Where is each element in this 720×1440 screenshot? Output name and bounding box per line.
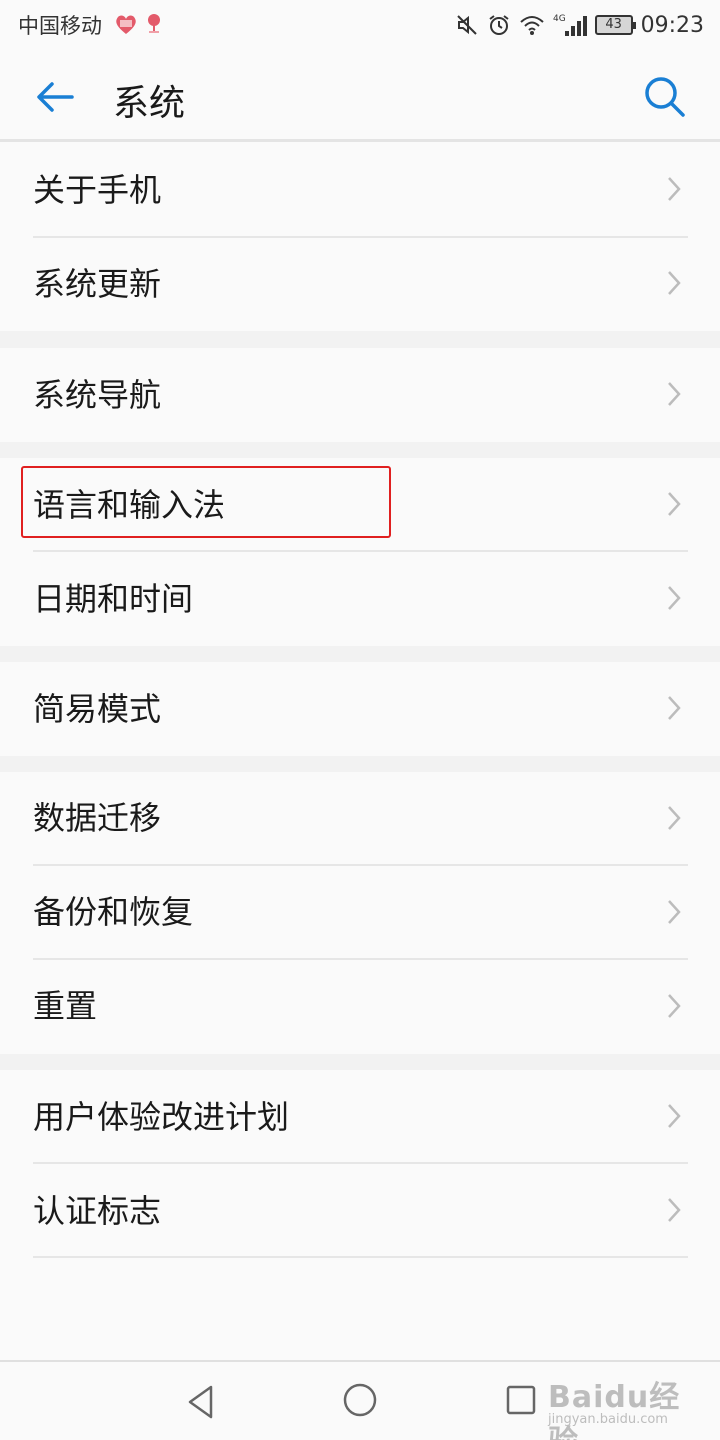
svg-text:4G: 4G bbox=[553, 14, 566, 24]
chevron-right-icon bbox=[668, 382, 681, 406]
settings-group: 简易模式 bbox=[0, 662, 720, 756]
menu-item-system-update[interactable]: 系统更新 bbox=[0, 237, 720, 331]
arrow-left-icon[interactable] bbox=[30, 72, 80, 122]
navigation-bar: Baidu经验 jingyan.baidu.com bbox=[0, 1360, 720, 1440]
menu-item-reset[interactable]: 重置 bbox=[0, 960, 720, 1054]
location-pin-icon bbox=[148, 14, 160, 33]
chevron-right-icon bbox=[668, 177, 681, 201]
signal-4g-icon: 4G bbox=[553, 14, 587, 36]
menu-item-about-phone[interactable]: 关于手机 bbox=[0, 142, 720, 236]
settings-group: 关于手机 系统更新 bbox=[0, 142, 720, 331]
clock: 09:23 bbox=[640, 12, 704, 38]
status-bar: 中国移动 4G 43 09:23 bbox=[0, 0, 720, 52]
menu-item-label: 备份和恢复 bbox=[33, 893, 194, 931]
watermark-title: Baidu经验 bbox=[548, 1380, 681, 1440]
carrier-name: 中国移动 bbox=[18, 14, 102, 38]
mute-icon bbox=[456, 15, 477, 35]
menu-item-date-time[interactable]: 日期和时间 bbox=[0, 552, 720, 646]
settings-group: 用户体验改进计划 认证标志 bbox=[0, 1070, 720, 1360]
menu-item-label: 数据迁移 bbox=[33, 799, 162, 837]
menu-item-label: 系统导航 bbox=[33, 376, 162, 414]
chevron-right-icon bbox=[668, 492, 681, 516]
search-icon[interactable] bbox=[640, 72, 690, 122]
settings-group: 数据迁移 备份和恢复 重置 bbox=[0, 772, 720, 1054]
page-title: 系统 bbox=[113, 83, 186, 124]
menu-item-label: 系统更新 bbox=[33, 265, 162, 303]
chevron-right-icon bbox=[668, 586, 681, 610]
highlight-annotation bbox=[21, 466, 391, 538]
menu-item-data-migration[interactable]: 数据迁移 bbox=[0, 772, 720, 866]
alarm-icon bbox=[488, 15, 509, 35]
chevron-right-icon bbox=[668, 806, 681, 830]
settings-group: 系统导航 bbox=[0, 348, 720, 442]
chevron-right-icon bbox=[668, 1104, 681, 1128]
carrier-icons bbox=[113, 12, 163, 36]
menu-item-label: 重置 bbox=[33, 987, 98, 1025]
menu-item-simple-mode[interactable]: 简易模式 bbox=[0, 662, 720, 756]
menu-item-label: 认证标志 bbox=[33, 1192, 162, 1230]
chevron-right-icon bbox=[668, 900, 681, 924]
menu-item-label: 日期和时间 bbox=[33, 580, 194, 618]
menu-item-label: 用户体验改进计划 bbox=[33, 1098, 290, 1136]
triangle-back-icon[interactable] bbox=[182, 1382, 218, 1422]
menu-item-label: 关于手机 bbox=[33, 171, 162, 209]
baidu-jingyan-watermark: Baidu经验 jingyan.baidu.com bbox=[548, 1368, 708, 1440]
menu-item-backup-restore[interactable]: 备份和恢复 bbox=[0, 866, 720, 960]
chevron-right-icon bbox=[668, 994, 681, 1018]
circle-home-icon[interactable] bbox=[340, 1380, 380, 1420]
status-icons: 4G 43 09:23 bbox=[455, 8, 704, 42]
hd-call-icon bbox=[116, 15, 136, 34]
chevron-right-icon bbox=[668, 271, 681, 295]
divider bbox=[33, 1256, 688, 1258]
menu-item-system-navigation[interactable]: 系统导航 bbox=[0, 348, 720, 442]
title-bar: 系统 bbox=[0, 52, 720, 140]
chevron-right-icon bbox=[668, 1198, 681, 1222]
menu-item-user-experience-program[interactable]: 用户体验改进计划 bbox=[0, 1070, 720, 1164]
menu-item-label: 简易模式 bbox=[33, 690, 162, 728]
wifi-icon bbox=[519, 16, 544, 35]
menu-item-certification-logos[interactable]: 认证标志 bbox=[0, 1164, 720, 1258]
watermark-url: jingyan.baidu.com bbox=[548, 1412, 668, 1427]
square-recent-icon[interactable] bbox=[505, 1384, 537, 1416]
battery-icon: 43 bbox=[594, 15, 636, 35]
chevron-right-icon bbox=[668, 696, 681, 720]
